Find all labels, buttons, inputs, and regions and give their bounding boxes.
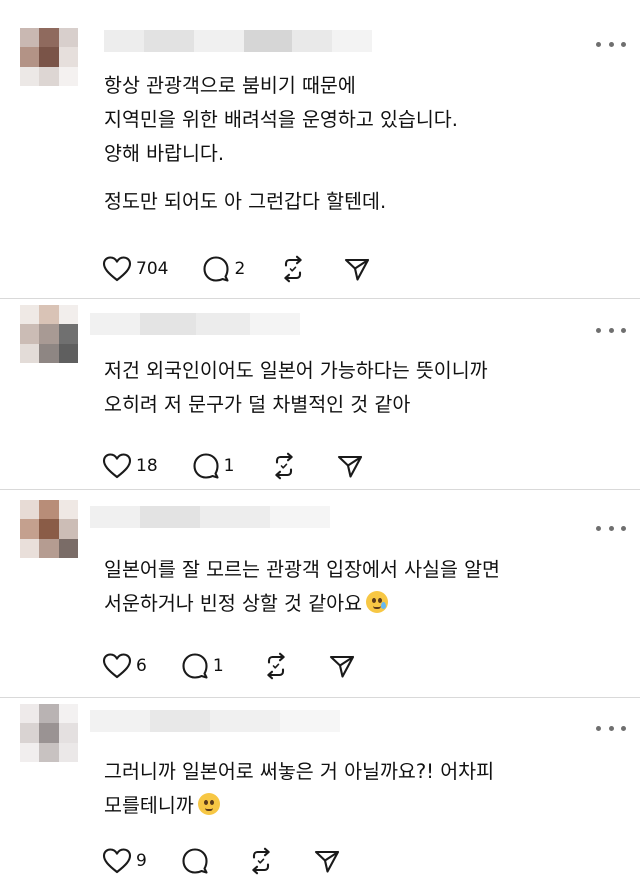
more-icon[interactable] — [596, 521, 626, 535]
pleading-face-icon — [197, 793, 220, 815]
like-button[interactable]: 18 — [102, 452, 158, 480]
repost-button[interactable] — [279, 255, 307, 283]
reply-button[interactable]: 1 — [181, 652, 224, 680]
like-button[interactable]: 6 — [102, 652, 147, 680]
text-line: 저건 외국인이어도 일본어 가능하다는 뜻이니까 — [104, 359, 488, 382]
avatar[interactable] — [20, 500, 78, 558]
reply-button[interactable]: 2 — [202, 255, 245, 283]
heart-icon — [102, 848, 132, 874]
like-count: 6 — [136, 656, 147, 676]
reply-button[interactable]: 1 — [192, 452, 235, 480]
text-line: 그러니까 일본어로 써놓은 거 아닐까요?! 어차피 — [104, 760, 495, 783]
text-line: 모를테니까 — [104, 794, 194, 817]
more-icon[interactable] — [596, 721, 626, 735]
post-2: 저건 외국인이어도 일본어 가능하다는 뜻이니까 오히려 저 문구가 덜 차별적… — [0, 299, 640, 489]
reply-count: 2 — [234, 259, 246, 279]
send-icon — [314, 850, 339, 873]
post-text: 일본어를 잘 모르는 관광객 입장에서 사실을 알면 서운하거나 빈정 상할 것… — [104, 553, 500, 621]
more-icon[interactable] — [596, 323, 626, 337]
text-line: 오히려 저 문구가 덜 차별적인 것 같아 — [104, 393, 411, 416]
action-bar: 704 2 — [102, 254, 391, 284]
crying-face-icon — [366, 591, 389, 613]
send-icon — [345, 258, 370, 281]
avatar[interactable] — [20, 28, 78, 86]
avatar[interactable] — [20, 704, 78, 762]
like-count: 18 — [136, 456, 158, 476]
text-line: 양해 바랍니다. — [104, 142, 225, 165]
heart-icon — [102, 653, 132, 679]
post-text: 항상 관광객으로 붐비기 때문에 지역민을 위한 배려석을 운영하고 있습니다.… — [104, 69, 458, 219]
share-button[interactable] — [343, 255, 371, 283]
speech-bubble-icon — [182, 848, 208, 874]
heart-icon — [102, 453, 132, 479]
action-bar: 18 1 — [102, 451, 384, 481]
reply-count: 1 — [223, 456, 235, 476]
send-icon — [329, 655, 354, 678]
send-icon — [338, 455, 363, 478]
username-blurred[interactable] — [104, 30, 372, 52]
repost-icon — [252, 847, 270, 875]
repost-button[interactable] — [247, 847, 275, 875]
speech-bubble-icon — [193, 453, 219, 479]
action-bar: 6 1 — [102, 651, 376, 681]
post-text: 저건 외국인이어도 일본어 가능하다는 뜻이니까 오히려 저 문구가 덜 차별적… — [104, 354, 488, 422]
post-3: 일본어를 잘 모르는 관광객 입장에서 사실을 알면 서운하거나 빈정 상할 것… — [0, 490, 640, 697]
username-blurred[interactable] — [90, 506, 330, 528]
repost-icon — [284, 255, 303, 283]
post-1: 항상 관광객으로 붐비기 때문에 지역민을 위한 배려석을 운영하고 있습니다.… — [0, 0, 640, 298]
like-button[interactable]: 9 — [102, 847, 147, 875]
text-line: 항상 관광객으로 붐비기 때문에 — [104, 74, 356, 97]
repost-button[interactable] — [262, 652, 290, 680]
action-bar: 9 — [102, 846, 361, 876]
text-line: 일본어를 잘 모르는 관광객 입장에서 사실을 알면 — [104, 558, 500, 581]
text-line: 서운하거나 빈정 상할 것 같아요 — [104, 592, 363, 615]
share-button[interactable] — [313, 847, 341, 875]
share-button[interactable] — [328, 652, 356, 680]
speech-bubble-icon — [182, 653, 208, 679]
share-button[interactable] — [336, 452, 364, 480]
text-line: 지역민을 위한 배려석을 운영하고 있습니다. — [104, 108, 458, 131]
username-blurred[interactable] — [90, 313, 300, 335]
like-button[interactable]: 704 — [102, 255, 168, 283]
avatar[interactable] — [20, 305, 78, 363]
speech-bubble-icon — [203, 256, 230, 282]
like-count: 704 — [136, 259, 169, 279]
repost-icon — [266, 652, 285, 680]
text-line: 정도만 되어도 아 그런갑다 할텐데. — [104, 190, 387, 213]
like-count: 9 — [136, 851, 147, 871]
repost-button[interactable] — [270, 452, 298, 480]
repost-icon — [275, 452, 294, 480]
heart-icon — [102, 256, 132, 282]
post-text: 그러니까 일본어로 써놓은 거 아닐까요?! 어차피 모를테니까 — [104, 755, 494, 823]
username-blurred[interactable] — [90, 710, 340, 732]
more-icon[interactable] — [596, 37, 626, 51]
reply-button[interactable] — [181, 847, 213, 875]
post-4: 그러니까 일본어로 써놓은 거 아닐까요?! 어차피 모를테니까 9 — [0, 698, 640, 893]
reply-count: 1 — [212, 656, 224, 676]
